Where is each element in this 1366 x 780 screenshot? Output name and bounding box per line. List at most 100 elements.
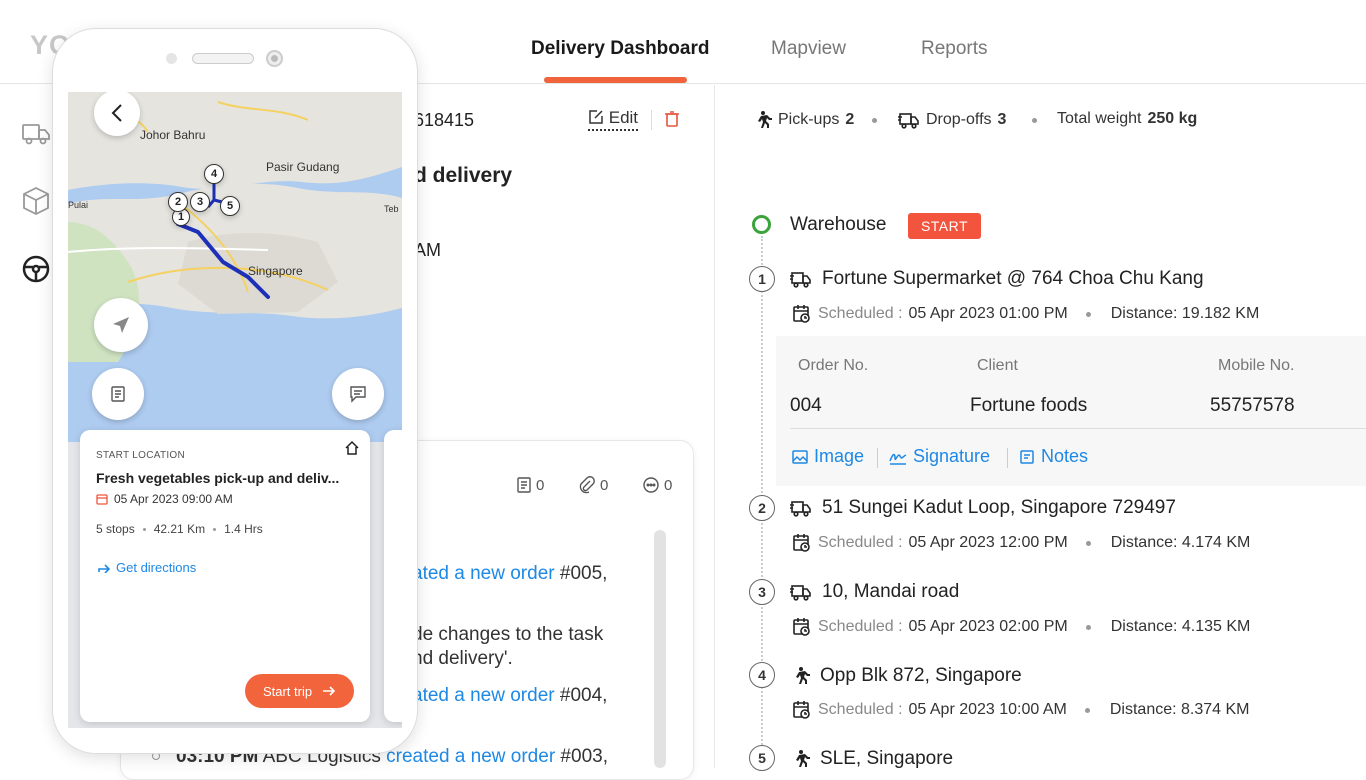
activity-link[interactable]: ated a new order (412, 685, 555, 706)
walking-person-icon (758, 111, 772, 128)
activity-scrollbar[interactable] (654, 530, 666, 768)
comments-count-value: 0 (664, 476, 673, 494)
activity-link[interactable]: ated a new order (412, 563, 555, 584)
paperclip-icon (579, 476, 595, 494)
separator (651, 110, 652, 130)
pickups-summary: Pick-ups 2 (752, 110, 854, 130)
stop-schedule: Scheduled :05 Apr 2023 12:00 PM Distance:… (792, 533, 1250, 553)
edit-button[interactable]: Edit (588, 108, 639, 131)
dropoffs-summary: Drop-offs 3 (898, 110, 1006, 130)
stop-number: 2 (749, 495, 775, 521)
order-table-header: Client (977, 357, 1018, 374)
activity-link[interactable]: created a new order (386, 746, 555, 767)
notes-icon (517, 477, 531, 493)
map-label: Pasir Gudang (266, 160, 340, 174)
stop-number: 4 (749, 662, 775, 688)
phone-camera (266, 50, 283, 67)
notes-count-value: 0 (536, 476, 545, 494)
map-label: Teb (384, 204, 399, 214)
notes-button[interactable] (92, 368, 144, 420)
edit-label: Edit (608, 108, 639, 127)
task-title: d delivery (414, 164, 513, 187)
order-table-header: Order No. (798, 357, 869, 374)
weight-summary: Total weight 250 kg (1057, 110, 1198, 127)
tab-mapview[interactable]: Mapview (771, 38, 846, 60)
map-marker[interactable]: 3 (190, 192, 210, 212)
home-icon (345, 440, 359, 455)
comments-count[interactable]: 0 (642, 476, 672, 494)
image-link[interactable]: Image (792, 446, 864, 467)
delivery-truck-icon (790, 272, 811, 288)
get-directions-link[interactable]: Get directions (98, 560, 196, 575)
phone-speaker (192, 53, 254, 64)
map-marker[interactable]: 5 (220, 196, 240, 216)
stop-title[interactable]: 10, Mandai road (790, 581, 959, 603)
stop-number: 5 (749, 745, 775, 771)
link-separator (877, 448, 878, 468)
tab-delivery-dashboard[interactable]: Delivery Dashboard (531, 38, 709, 60)
panel-divider (714, 85, 715, 768)
activity-entry: nd delivery'. (412, 648, 513, 669)
next-trip-card[interactable] (384, 430, 402, 722)
card-date: 05 Apr 2023 09:00 AM (96, 492, 233, 506)
calendar-clock-icon (793, 701, 810, 719)
order-table-header: Mobile No. (1218, 357, 1295, 374)
card-title: Fresh vegetables pick-up and deliv... (96, 470, 340, 486)
truck-icon[interactable] (20, 117, 52, 149)
recenter-button[interactable] (94, 298, 148, 352)
phone-sensor (166, 53, 177, 64)
stop-schedule: Scheduled :05 Apr 2023 02:00 PM Distance:… (792, 617, 1250, 637)
stop-title[interactable]: Fortune Supermarket @ 764 Choa Chu Kang (790, 268, 1204, 290)
signature-link[interactable]: Signature (889, 446, 990, 467)
warehouse-label: Warehouse (790, 214, 887, 235)
back-button[interactable] (94, 92, 140, 136)
delete-icon[interactable] (664, 110, 680, 128)
attachments-count[interactable]: 0 (578, 476, 608, 494)
calendar-clock-icon (793, 618, 810, 636)
stop-title[interactable]: SLE, Singapore (790, 748, 953, 770)
order-table-cell: 55757578 (1210, 395, 1295, 416)
stop-title[interactable]: 51 Sungei Kadut Loop, Singapore 729497 (790, 497, 1176, 519)
card-subtitle: START LOCATION (96, 450, 186, 461)
notes-link[interactable]: Notes (1019, 446, 1088, 467)
map-marker[interactable]: 2 (168, 192, 188, 212)
activity-entry: ated a new order #005, (412, 563, 608, 584)
active-tab-indicator (544, 77, 687, 83)
arrow-right-icon (323, 686, 336, 696)
start-point-marker (752, 215, 771, 234)
steering-wheel-icon[interactable] (20, 253, 52, 285)
card-stats: 5 stops 42.21 Km 1.4 Hrs (96, 522, 263, 536)
chevron-left-icon (111, 104, 122, 122)
start-badge: START (908, 213, 981, 239)
tab-reports[interactable]: Reports (921, 38, 988, 60)
image-icon (792, 449, 808, 464)
walking-person-icon (796, 667, 810, 684)
task-time: AM (414, 240, 441, 260)
attachments-count-value: 0 (600, 476, 609, 494)
separator-dot (1032, 118, 1037, 123)
stop-number: 3 (749, 579, 775, 605)
message-button[interactable] (332, 368, 384, 420)
package-icon[interactable] (20, 185, 52, 217)
notes-icon (111, 386, 125, 402)
order-table-cell: Fortune foods (970, 395, 1088, 416)
navigation-arrow-icon (113, 317, 129, 333)
stop-number: 1 (749, 266, 775, 292)
notes-icon (1020, 449, 1034, 464)
edit-icon (589, 110, 603, 124)
message-icon (350, 386, 366, 403)
link-separator (1007, 448, 1008, 468)
start-trip-button[interactable]: Start trip (245, 674, 354, 708)
calendar-clock-icon (793, 305, 810, 323)
activity-entry: ated a new order #004, (412, 685, 608, 706)
delivery-truck-icon (790, 585, 811, 601)
order-table-divider (790, 428, 1366, 429)
map-label: Pulai (68, 200, 89, 210)
walking-person-icon (796, 750, 810, 767)
notes-count[interactable]: 0 (516, 476, 544, 494)
stop-title[interactable]: Opp Blk 872, Singapore (790, 665, 1022, 687)
redo-arrow-icon (98, 563, 110, 573)
stop-schedule: Scheduled :05 Apr 2023 10:00 AM Distance:… (792, 700, 1249, 720)
map-marker[interactable]: 4 (204, 164, 224, 184)
calendar-clock-icon (793, 534, 810, 552)
